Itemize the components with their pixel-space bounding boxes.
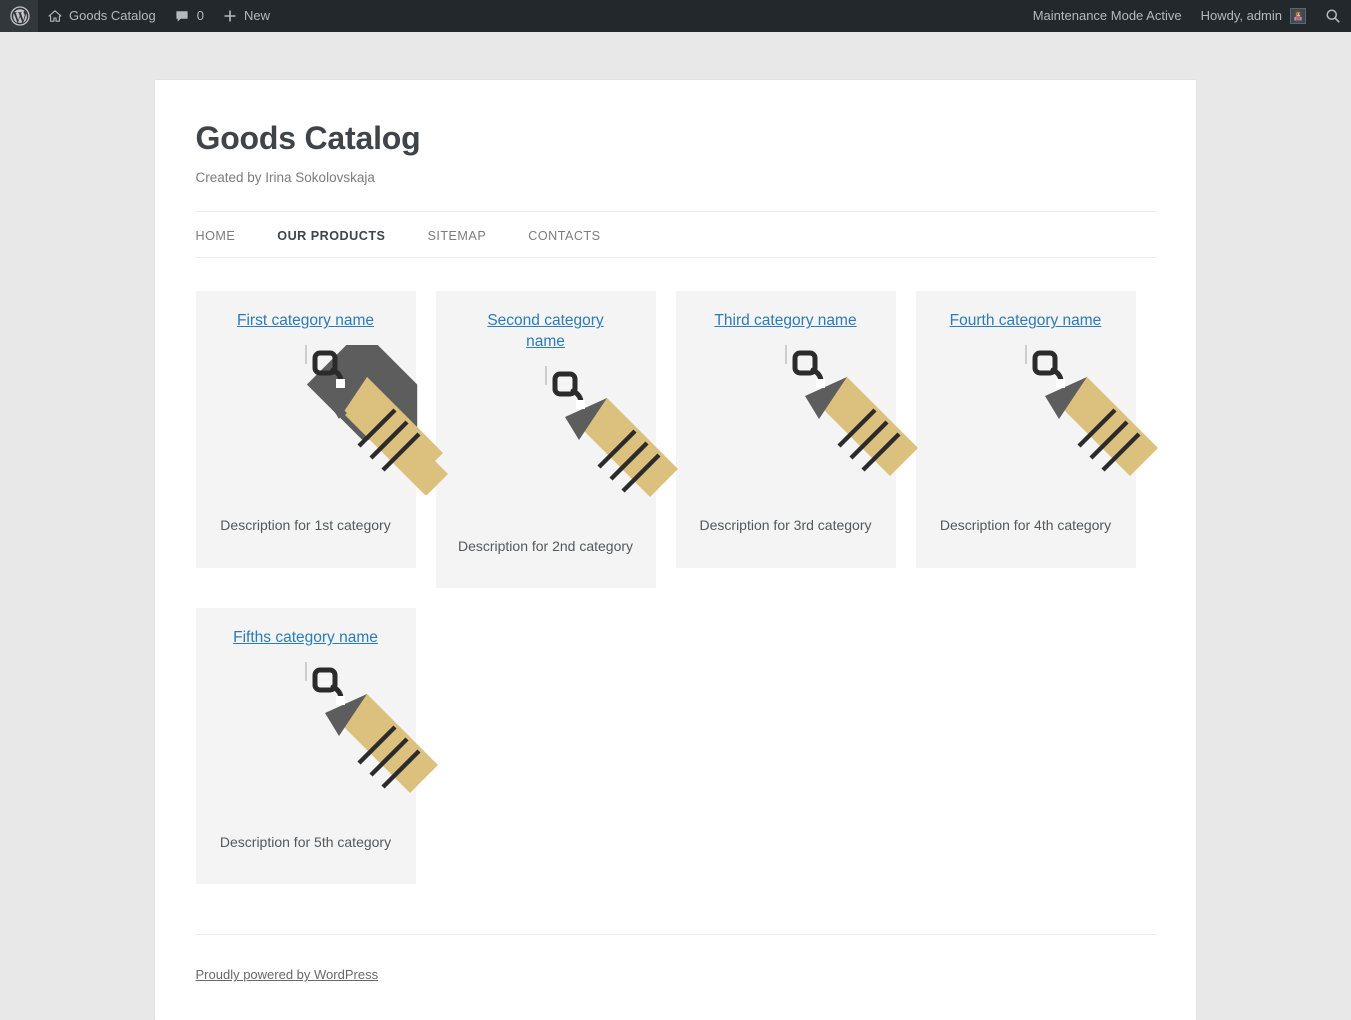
category-title-link[interactable]: Second category name: [481, 311, 611, 352]
nav-link-contacts[interactable]: CONTACTS: [528, 229, 622, 243]
category-description: Description for 5th category: [206, 833, 406, 853]
category-title-link[interactable]: Fifths category name: [233, 628, 378, 649]
wordpress-logo-icon: [10, 6, 30, 26]
category-title-link[interactable]: Third category name: [714, 311, 856, 332]
category-card[interactable]: Second category name: [436, 291, 656, 588]
category-thumbnail-wrap: [231, 663, 381, 813]
maintenance-mode-notice: Maintenance Mode Active: [1023, 0, 1192, 32]
price-tag-placeholder-icon: [785, 345, 935, 495]
category-thumbnail-wrap: [231, 346, 381, 496]
wordpress-credit-link[interactable]: Proudly powered by WordPress: [196, 967, 379, 982]
new-content-menu-item[interactable]: New: [213, 0, 279, 32]
category-card[interactable]: Fourth category name: [916, 291, 1136, 567]
plus-icon: [222, 8, 238, 24]
site-footer: Proudly powered by WordPress: [196, 934, 1156, 1020]
category-card[interactable]: Fifths category name: [196, 608, 416, 884]
category-description: Description for 4th category: [926, 516, 1126, 536]
category-card[interactable]: First category name: [196, 291, 416, 567]
price-tag-placeholder-icon: [305, 345, 455, 495]
category-thumbnail-link[interactable]: [305, 662, 307, 681]
nav-item-sitemap: SITEMAP: [427, 229, 528, 243]
category-thumbnail-link[interactable]: [545, 366, 547, 385]
admin-bar-right-group: Maintenance Mode Active Howdy, admin: [1023, 0, 1351, 32]
category-card[interactable]: Third category name: [676, 291, 896, 567]
comment-bubble-icon: [174, 8, 190, 24]
search-icon: [1324, 7, 1342, 25]
price-tag-placeholder-icon: [305, 662, 455, 812]
search-button[interactable]: [1315, 0, 1351, 32]
home-icon: [47, 8, 63, 24]
primary-navigation: HOME OUR PRODUCTS SITEMAP CONTACTS: [196, 211, 1156, 258]
nav-link-home[interactable]: HOME: [196, 229, 258, 243]
nav-item-our-products: OUR PRODUCTS: [277, 229, 427, 243]
user-avatar: [1290, 8, 1306, 24]
wp-admin-bar: Goods Catalog 0 New Maintenance Mode Act…: [0, 0, 1351, 32]
category-title-link[interactable]: First category name: [237, 311, 374, 332]
site-name-label: Goods Catalog: [69, 0, 156, 32]
nav-link-our-products[interactable]: OUR PRODUCTS: [277, 229, 407, 243]
category-description: Description for 2nd category: [446, 537, 646, 557]
category-thumbnail-wrap: [471, 367, 621, 517]
nav-list: HOME OUR PRODUCTS SITEMAP CONTACTS: [196, 212, 1156, 259]
nav-link-sitemap[interactable]: SITEMAP: [427, 229, 508, 243]
nav-item-home: HOME: [196, 229, 278, 243]
category-description: Description for 1st category: [206, 516, 406, 536]
price-tag-placeholder-icon: [545, 366, 695, 516]
category-description: Description for 3rd category: [686, 516, 886, 536]
category-title-link[interactable]: Fourth category name: [950, 311, 1102, 332]
category-thumbnail-link[interactable]: [785, 345, 787, 364]
category-thumbnail-link[interactable]: [1025, 345, 1027, 364]
site-content-panel: Goods Catalog Created by Irina Sokolovsk…: [155, 80, 1196, 1020]
comments-menu-item[interactable]: 0: [165, 0, 213, 32]
nav-item-contacts: CONTACTS: [528, 229, 642, 243]
site-name-menu-item[interactable]: Goods Catalog: [38, 0, 165, 32]
admin-bar-left-group: Goods Catalog 0 New: [0, 0, 279, 32]
site-title: Goods Catalog: [196, 119, 1156, 157]
wordpress-logo-button[interactable]: [0, 0, 38, 32]
new-content-label: New: [244, 0, 270, 32]
my-account-menu-item[interactable]: Howdy, admin: [1192, 0, 1315, 32]
category-grid: First category name: [196, 258, 1156, 904]
price-tag-placeholder-icon: [1025, 345, 1175, 495]
howdy-label: Howdy, admin: [1201, 0, 1282, 32]
comments-count: 0: [197, 0, 204, 32]
category-thumbnail-wrap: [711, 346, 861, 496]
category-thumbnail-link[interactable]: [305, 345, 307, 364]
site-description: Created by Irina Sokolovskaja: [196, 170, 1156, 185]
site-header: Goods Catalog Created by Irina Sokolovsk…: [196, 80, 1156, 185]
category-thumbnail-wrap: [951, 346, 1101, 496]
